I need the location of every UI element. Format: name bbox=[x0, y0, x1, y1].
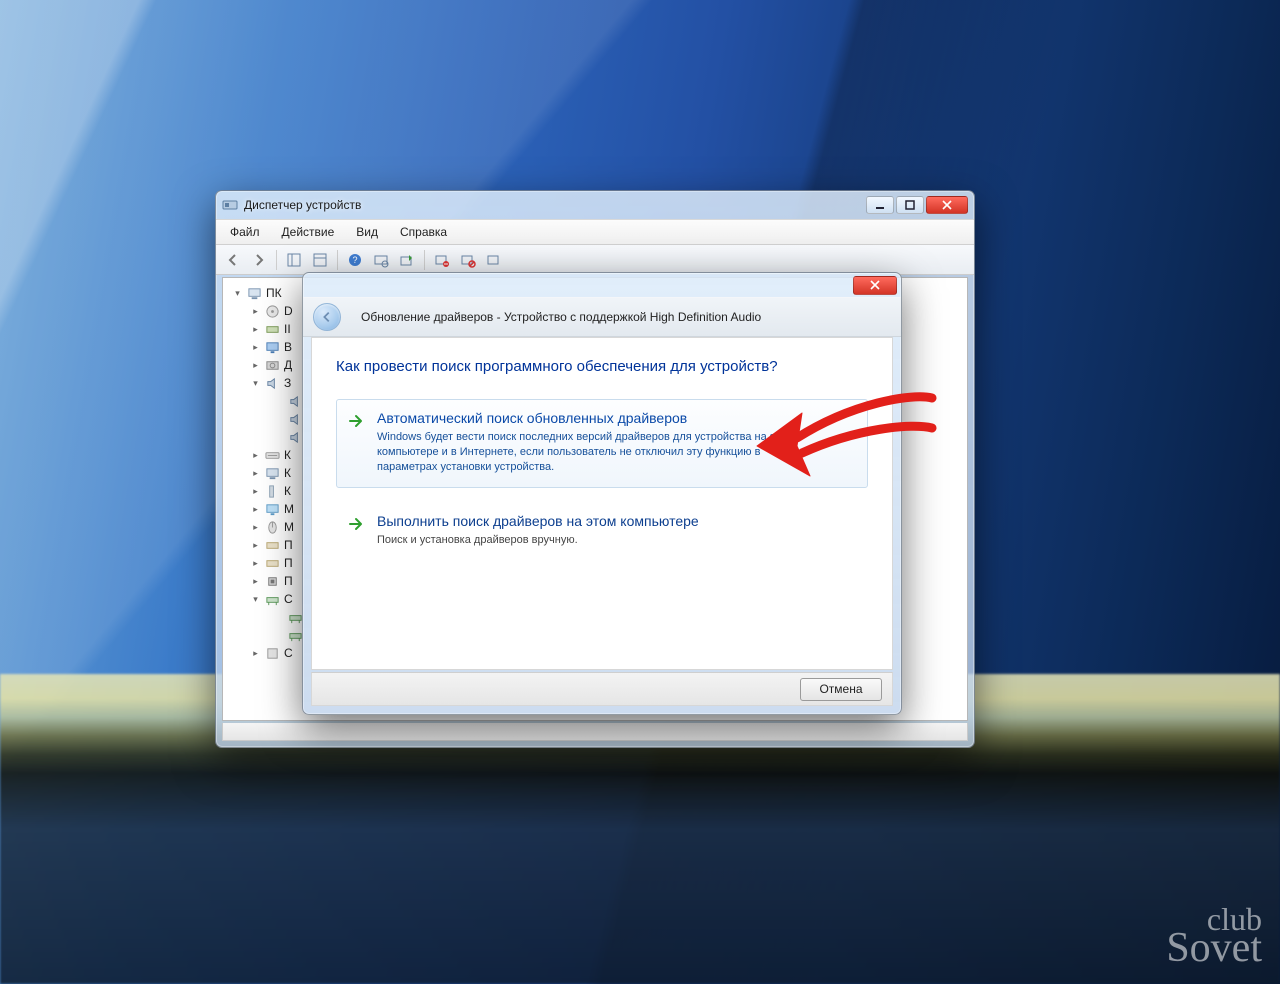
menu-view[interactable]: Вид bbox=[352, 223, 382, 241]
device-category-icon bbox=[264, 519, 280, 535]
device-category-icon bbox=[264, 591, 280, 607]
arrow-icon bbox=[347, 515, 367, 535]
dialog-header: Обновление драйверов - Устройство с подд… bbox=[303, 297, 901, 337]
driver-update-dialog: Обновление драйверов - Устройство с подд… bbox=[302, 272, 902, 715]
help-button[interactable]: ? bbox=[344, 249, 366, 271]
device-category-icon bbox=[264, 339, 280, 355]
option-browse-computer[interactable]: Выполнить поиск драйверов на этом компью… bbox=[336, 502, 868, 561]
show-hide-tree-button[interactable] bbox=[283, 249, 305, 271]
menu-help[interactable]: Справка bbox=[396, 223, 451, 241]
device-category-icon bbox=[264, 501, 280, 517]
devmgr-titlebar[interactable]: Диспетчер устройств bbox=[216, 191, 974, 219]
update-driver-button[interactable] bbox=[396, 249, 418, 271]
nav-forward-button[interactable] bbox=[248, 249, 270, 271]
toolbar-separator bbox=[424, 250, 425, 270]
dialog-body: Как провести поиск программного обеспече… bbox=[311, 337, 893, 670]
dialog-footer: Отмена bbox=[311, 672, 893, 706]
svg-text:?: ? bbox=[352, 255, 357, 265]
dialog-close-button[interactable] bbox=[853, 276, 897, 295]
device-icon bbox=[287, 429, 303, 445]
device-category-icon bbox=[264, 573, 280, 589]
option-title: Выполнить поиск драйверов на этом компью… bbox=[377, 513, 853, 529]
option-desc: Windows будет вести поиск последних верс… bbox=[377, 430, 807, 475]
device-category-icon bbox=[264, 645, 280, 661]
dialog-header-text: Обновление драйверов - Устройство с подд… bbox=[361, 310, 761, 324]
device-category-icon bbox=[264, 303, 280, 319]
device-category-icon bbox=[264, 483, 280, 499]
device-category-icon bbox=[264, 537, 280, 553]
device-category-icon bbox=[264, 321, 280, 337]
device-icon bbox=[287, 609, 303, 625]
devmgr-icon bbox=[222, 197, 238, 213]
disable-button[interactable] bbox=[457, 249, 479, 271]
device-category-icon bbox=[264, 357, 280, 373]
back-button[interactable] bbox=[313, 303, 341, 331]
menu-file[interactable]: Файл bbox=[226, 223, 264, 241]
properties-button[interactable] bbox=[309, 249, 331, 271]
maximize-button[interactable] bbox=[896, 196, 924, 214]
dialog-question: Как провести поиск программного обеспече… bbox=[336, 358, 868, 375]
option-auto-search[interactable]: Автоматический поиск обновленных драйвер… bbox=[336, 399, 868, 488]
device-icon bbox=[287, 411, 303, 427]
menu-action[interactable]: Действие bbox=[278, 223, 339, 241]
arrow-icon bbox=[347, 412, 367, 432]
option-title: Автоматический поиск обновленных драйвер… bbox=[377, 410, 853, 426]
statusbar bbox=[222, 723, 968, 741]
dialog-titlebar[interactable] bbox=[303, 273, 901, 297]
uninstall-button[interactable] bbox=[431, 249, 453, 271]
device-category-icon bbox=[264, 375, 280, 391]
enable-button[interactable] bbox=[483, 249, 505, 271]
dialog-window-controls bbox=[853, 276, 897, 295]
device-icon bbox=[287, 393, 303, 409]
nav-back-button[interactable] bbox=[222, 249, 244, 271]
minimize-button[interactable] bbox=[866, 196, 894, 214]
toolbar: ? bbox=[216, 245, 974, 275]
window-controls bbox=[866, 196, 968, 214]
menubar: Файл Действие Вид Справка bbox=[216, 219, 974, 245]
scan-button[interactable] bbox=[370, 249, 392, 271]
option-desc: Поиск и установка драйверов вручную. bbox=[377, 533, 807, 548]
device-icon bbox=[287, 627, 303, 643]
device-category-icon bbox=[264, 555, 280, 571]
devmgr-title: Диспетчер устройств bbox=[244, 198, 866, 212]
device-category-icon bbox=[264, 465, 280, 481]
toolbar-separator bbox=[276, 250, 277, 270]
device-category-icon bbox=[264, 447, 280, 463]
close-button[interactable] bbox=[926, 196, 968, 214]
cancel-button[interactable]: Отмена bbox=[800, 678, 882, 701]
toolbar-separator bbox=[337, 250, 338, 270]
computer-icon bbox=[246, 285, 262, 301]
